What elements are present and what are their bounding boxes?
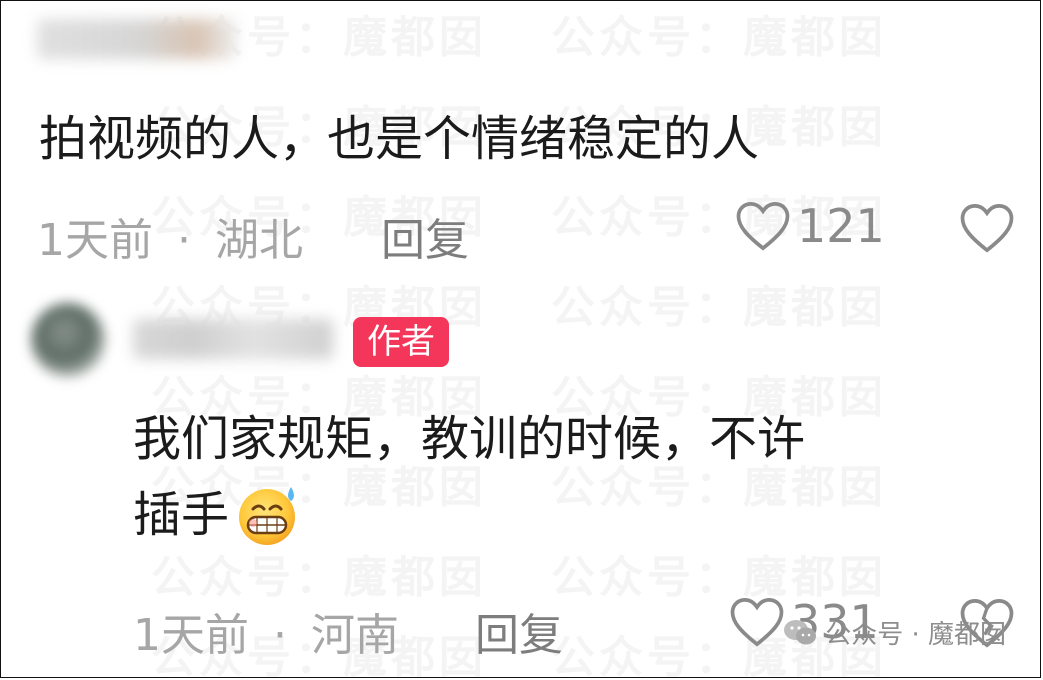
- reply-button[interactable]: 回复: [381, 204, 469, 268]
- comment-meta: 1天前 · 河南: [133, 599, 399, 663]
- author-badge: 作者: [353, 317, 449, 367]
- comment-text: 拍视频的人，也是个情绪稳定的人: [39, 111, 760, 167]
- heart-outline-icon[interactable]: [959, 202, 1015, 254]
- comment-text-line-2: 插手: [133, 487, 230, 543]
- footer-watermark: 公众号 · 魔都囡: [783, 614, 1006, 651]
- avatar[interactable]: [31, 303, 105, 377]
- wechat-icon: [784, 619, 817, 644]
- comment-text-line: 我们家规矩，教训的时候，不许: [133, 411, 806, 467]
- like-button[interactable]: 121: [735, 199, 885, 253]
- heart-outline-icon: [736, 201, 790, 251]
- footer-watermark-text: 公众号 · 魔都囡: [825, 620, 1006, 650]
- comment-time: 1天前: [133, 610, 249, 661]
- grinning-sweat-emoji-icon: [239, 487, 296, 545]
- meta-separator: ·: [273, 610, 287, 661]
- heart-outline-icon: [730, 597, 784, 647]
- reply-button[interactable]: 回复: [475, 599, 563, 663]
- username-blurred[interactable]: [37, 19, 237, 59]
- watermark: 公众号：魔都囡: [551, 1, 887, 65]
- comment-text: 我们家规矩，教训的时候，不许 插手: [133, 401, 805, 553]
- comment-list: 公众号：魔都囡 公众号：魔都囡 公众号：魔都囡 公众号：魔都囡 公众号：魔都囡 …: [0, 0, 1041, 678]
- comment-time: 1天前: [37, 215, 153, 266]
- username-blurred[interactable]: [133, 319, 333, 359]
- comment-location: 河南: [311, 610, 399, 661]
- comment-location: 湖北: [215, 215, 303, 266]
- comment-text-line: 插手: [133, 477, 805, 553]
- comment-meta: 1天前 · 湖北: [37, 204, 303, 268]
- meta-separator: ·: [177, 215, 191, 266]
- like-count: 121: [797, 199, 885, 253]
- watermark: 公众号：魔都囡: [551, 271, 887, 335]
